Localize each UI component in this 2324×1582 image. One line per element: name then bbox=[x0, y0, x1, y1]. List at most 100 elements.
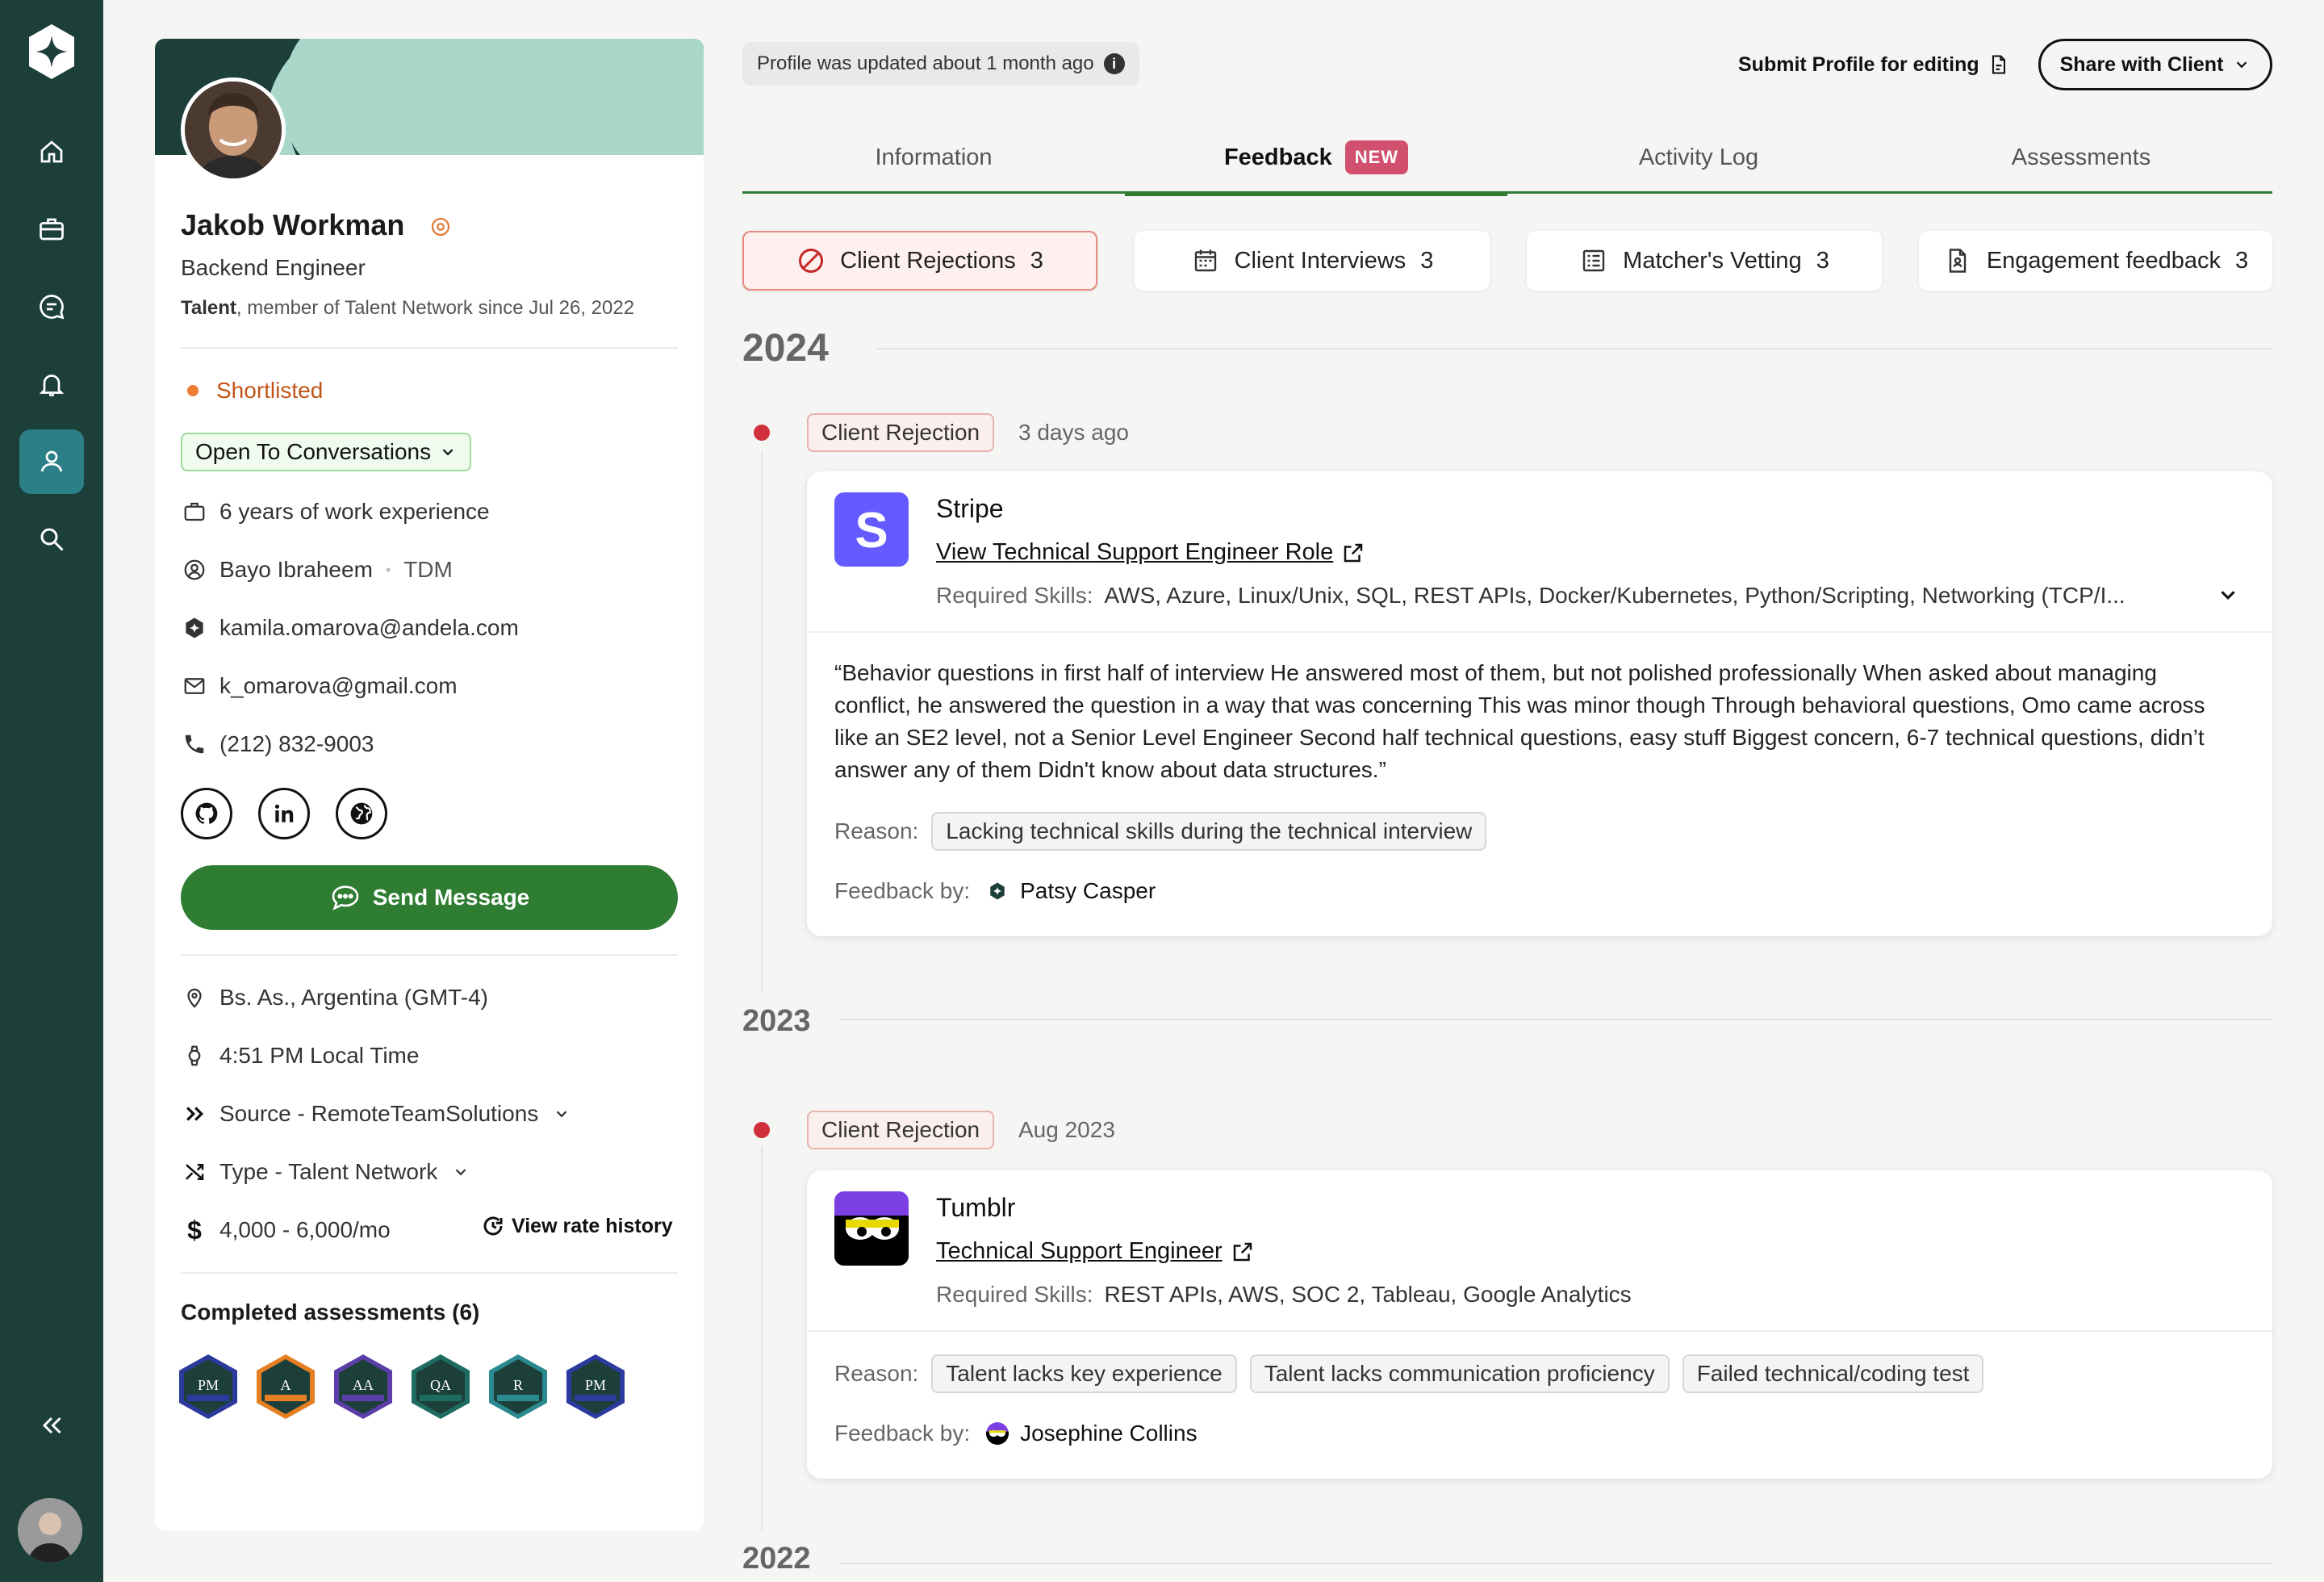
status-label: Shortlisted bbox=[216, 378, 324, 403]
stripe-logo-icon: S bbox=[834, 492, 909, 567]
collapse-sidebar-icon[interactable] bbox=[19, 1393, 84, 1458]
personal-email-row[interactable]: k_omarova@gmail.com bbox=[181, 670, 458, 702]
filter-client-rejections[interactable]: Client Rejections 3 bbox=[742, 231, 1097, 291]
send-message-button[interactable]: Send Message bbox=[181, 865, 678, 930]
feedback-card-header: Tumblr Technical Support Engineer Requir… bbox=[807, 1170, 2272, 1332]
search-icon[interactable] bbox=[19, 507, 84, 571]
filter-matchers-vetting[interactable]: Matcher's Vetting 3 bbox=[1527, 231, 1882, 291]
view-rate-history-link[interactable]: View rate history bbox=[481, 1214, 673, 1238]
calendar-icon bbox=[1194, 249, 1216, 272]
tab-information[interactable]: Information bbox=[742, 121, 1125, 194]
feedback-quote: “Behavior questions in first half of int… bbox=[834, 660, 2205, 782]
chat-bubble-icon bbox=[332, 885, 359, 910]
year-heading: 2023 bbox=[742, 1004, 811, 1038]
feedback-card: S Stripe View Technical Support Engineer… bbox=[807, 471, 2272, 936]
tab-feedback[interactable]: Feedback NEW bbox=[1125, 121, 1507, 196]
work-email-row[interactable]: kamila.omarova@andela.com bbox=[181, 612, 519, 644]
divider bbox=[181, 347, 678, 349]
role-link[interactable]: Technical Support Engineer bbox=[936, 1238, 1255, 1265]
chat-icon[interactable] bbox=[19, 274, 84, 339]
briefcase-icon bbox=[181, 498, 208, 525]
andela-logo-icon bbox=[181, 614, 208, 642]
info-icon[interactable]: i bbox=[1103, 53, 1125, 74]
assessment-badge-label: A bbox=[281, 1377, 291, 1393]
feedback-by-row: Feedback by: Josephine Collins bbox=[834, 1421, 1198, 1446]
document-user-icon bbox=[1949, 249, 1967, 273]
mail-icon bbox=[181, 672, 208, 700]
filter-client-interviews[interactable]: Client Interviews 3 bbox=[1135, 231, 1490, 291]
shuffle-icon bbox=[181, 1158, 208, 1186]
divider bbox=[876, 348, 2272, 349]
phone-row[interactable]: (212) 832-9003 bbox=[181, 728, 374, 760]
feedback-card: Tumblr Technical Support Engineer Requir… bbox=[807, 1170, 2272, 1479]
experience-row: 6 years of work experience bbox=[181, 496, 490, 528]
andela-logo-icon bbox=[990, 882, 1005, 900]
verified-badge-icon bbox=[432, 218, 450, 236]
briefcase-icon[interactable] bbox=[19, 197, 84, 262]
availability-dropdown[interactable]: Open To Conversations bbox=[181, 433, 472, 471]
availability-label: Open To Conversations bbox=[195, 439, 432, 464]
phone-icon bbox=[181, 730, 208, 758]
chevron-down-icon bbox=[556, 1111, 567, 1118]
divider bbox=[181, 1272, 678, 1274]
location-row: Bs. As., Argentina (GMT-4) bbox=[181, 981, 488, 1014]
assessment-badge-label: PM bbox=[585, 1377, 606, 1393]
rate-row: $ 4,000 - 6,000/mo bbox=[181, 1214, 391, 1246]
divider bbox=[181, 954, 678, 956]
role-link[interactable]: View Technical Support Engineer Role bbox=[936, 539, 1365, 566]
profile-icon[interactable] bbox=[19, 429, 84, 494]
tab-activity-log[interactable]: Activity Log bbox=[1507, 121, 1890, 194]
chevron-down-icon[interactable] bbox=[2216, 583, 2240, 607]
share-with-client-button[interactable]: Share with Client bbox=[2038, 39, 2272, 90]
ban-icon bbox=[799, 249, 824, 273]
local-time-row: 4:51 PM Local Time bbox=[181, 1040, 419, 1072]
chevron-down-icon bbox=[455, 1169, 466, 1176]
assessment-badge[interactable]: PM bbox=[563, 1353, 628, 1421]
recruiter-row: Bayo Ibraheem • TDM bbox=[181, 554, 453, 586]
external-link-icon bbox=[1344, 543, 1363, 562]
status-row: Shortlisted bbox=[181, 375, 323, 407]
linkedin-link[interactable] bbox=[258, 788, 310, 839]
assessment-badge-label: QA bbox=[430, 1377, 451, 1393]
github-link[interactable] bbox=[181, 788, 232, 839]
timeline-line bbox=[761, 452, 763, 991]
assessment-badge[interactable]: PM bbox=[176, 1353, 240, 1421]
reason-row: Reason: Lacking technical skills during … bbox=[834, 812, 1487, 851]
assessment-badge[interactable]: QA bbox=[408, 1353, 473, 1421]
reason-tag: Lacking technical skills during the tech… bbox=[931, 812, 1487, 851]
source-dropdown[interactable]: Source - RemoteTeamSolutions bbox=[181, 1098, 571, 1130]
filter-engagement-feedback[interactable]: Engagement feedback 3 bbox=[1919, 231, 2272, 291]
profile-title: Backend Engineer bbox=[181, 255, 366, 280]
profile-membership: Talent, member of Talent Network since J… bbox=[181, 297, 635, 319]
linkedin-icon bbox=[274, 804, 294, 822]
entry-type-tag: Client Rejection bbox=[807, 413, 995, 452]
website-link[interactable] bbox=[336, 788, 387, 839]
bell-icon[interactable] bbox=[19, 352, 84, 416]
map-pin-icon bbox=[181, 984, 208, 1011]
divider bbox=[839, 1563, 2272, 1564]
company-name: Tumblr bbox=[936, 1193, 1016, 1222]
double-chevron-right-icon bbox=[181, 1100, 208, 1128]
reason-tag: Talent lacks communication proficiency bbox=[1249, 1354, 1670, 1393]
left-rail bbox=[0, 0, 103, 1582]
tab-assessments[interactable]: Assessments bbox=[1890, 121, 2272, 194]
reason-tag: Failed technical/coding test bbox=[1682, 1354, 1984, 1393]
feedback-author: Josephine Collins bbox=[986, 1421, 1198, 1446]
new-badge: NEW bbox=[1344, 140, 1409, 174]
home-icon[interactable] bbox=[19, 119, 84, 184]
dollar-icon: $ bbox=[187, 1215, 202, 1245]
company-name: Stripe bbox=[936, 494, 1004, 523]
assessment-badge[interactable]: A bbox=[253, 1353, 318, 1421]
app-logo-icon[interactable] bbox=[23, 23, 81, 81]
entry-time: Aug 2023 bbox=[1018, 1117, 1115, 1142]
assessment-badge[interactable]: AA bbox=[331, 1353, 395, 1421]
current-user-avatar[interactable] bbox=[18, 1498, 82, 1563]
submit-profile-button[interactable]: Submit Profile for editing bbox=[1738, 48, 2010, 81]
type-dropdown[interactable]: Type - Talent Network bbox=[181, 1156, 470, 1188]
tumblr-logo-icon bbox=[834, 1191, 909, 1266]
assessment-badge[interactable]: R bbox=[486, 1353, 550, 1421]
feedback-author: Patsy Casper bbox=[986, 878, 1156, 904]
profile-avatar bbox=[181, 77, 286, 182]
tumblr-logo-icon bbox=[986, 1422, 1009, 1445]
app: Jakob Workman Backend Engineer Talent, m… bbox=[0, 0, 2324, 1582]
